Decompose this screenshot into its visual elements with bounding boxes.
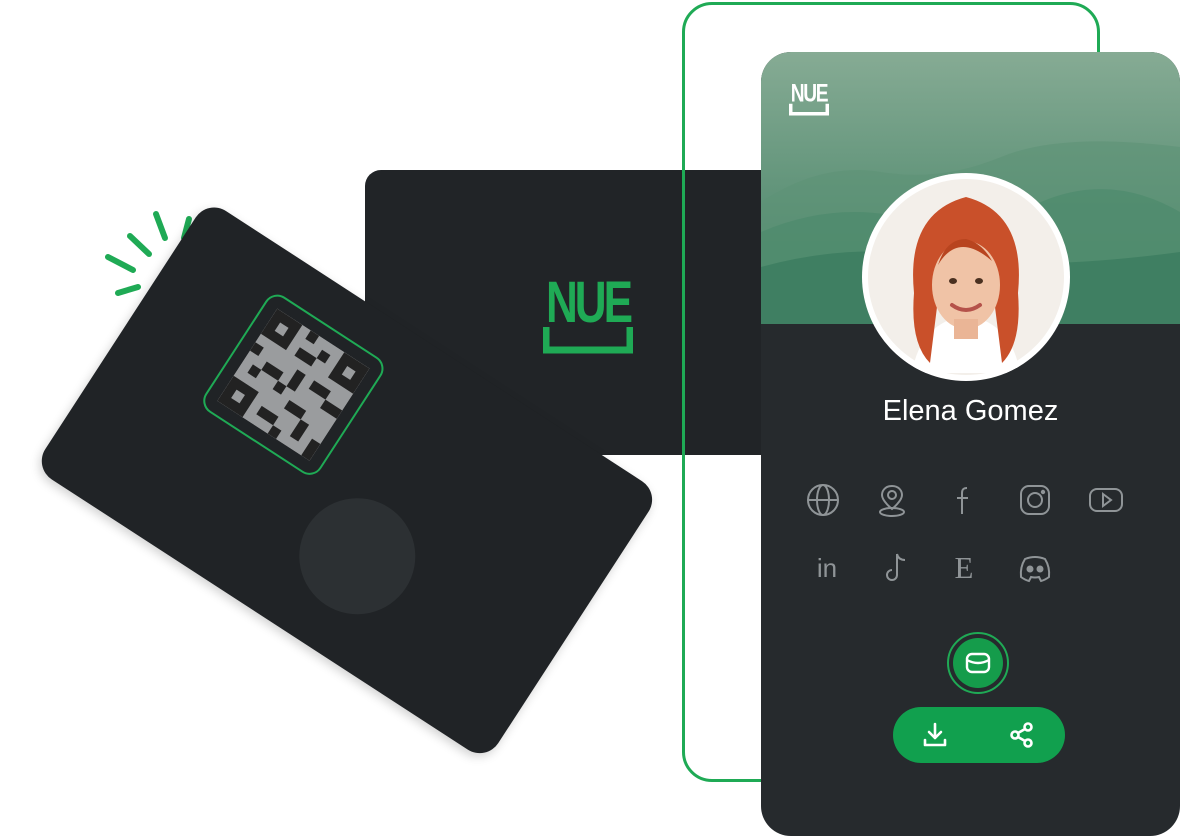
- email-button[interactable]: [947, 632, 1009, 694]
- share-icon: [1010, 722, 1033, 748]
- chip-icon: [277, 475, 438, 637]
- download-icon: [923, 722, 947, 747]
- download-button[interactable]: [915, 715, 955, 755]
- discord-icon[interactable]: [1012, 545, 1058, 591]
- profile-card: NUE Elena Gomez in E: [761, 52, 1180, 836]
- etsy-icon[interactable]: E: [941, 545, 987, 591]
- youtube-icon[interactable]: [1083, 477, 1129, 523]
- facebook-icon[interactable]: [941, 477, 987, 523]
- share-button[interactable]: [1002, 715, 1042, 755]
- svg-text:NUE: NUE: [791, 80, 828, 108]
- avatar: [862, 173, 1070, 381]
- linkedin-icon[interactable]: in: [804, 545, 850, 591]
- email-icon: [965, 652, 991, 674]
- qr-code-frame: [197, 289, 389, 481]
- nue-logo-small: NUE: [789, 80, 830, 116]
- profile-name: Elena Gomez: [882, 395, 1059, 427]
- qr-code-icon: [217, 308, 370, 461]
- tiktok-icon[interactable]: [872, 545, 918, 591]
- svg-text:NUE: NUE: [546, 270, 632, 335]
- location-pin-icon[interactable]: [869, 477, 915, 523]
- instagram-icon[interactable]: [1012, 477, 1058, 523]
- globe-icon[interactable]: [800, 477, 846, 523]
- nue-logo: NUE: [543, 270, 633, 354]
- action-bar: [893, 707, 1065, 763]
